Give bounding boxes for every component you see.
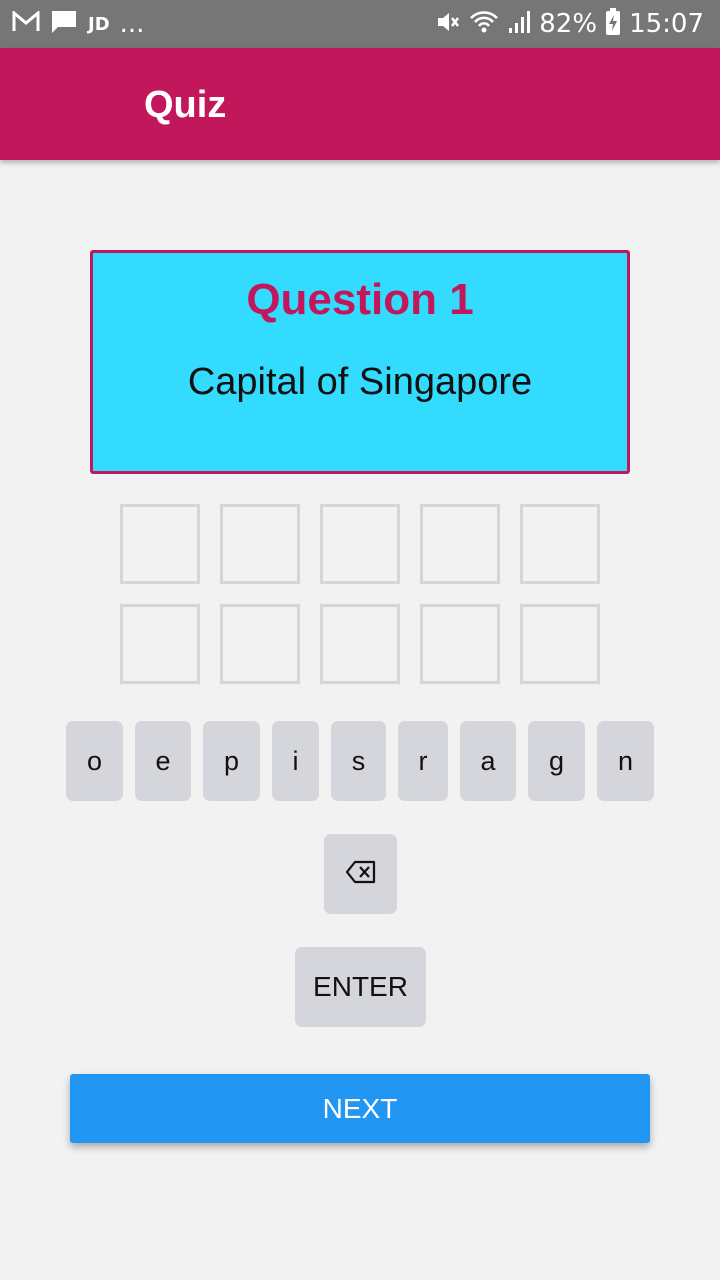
answer-slot-3[interactable] xyxy=(320,504,400,584)
answer-slot-9[interactable] xyxy=(420,604,500,684)
letter-key-i[interactable]: i xyxy=(272,721,319,801)
backspace-button[interactable] xyxy=(324,834,397,914)
letter-key-e[interactable]: e xyxy=(135,721,191,801)
message-icon xyxy=(50,9,78,40)
backspace-icon xyxy=(345,860,377,889)
battery-charging-icon xyxy=(605,7,621,41)
app-label: JD xyxy=(88,13,110,35)
more-indicator: ... xyxy=(119,9,145,39)
answer-slot-5[interactable] xyxy=(520,504,600,584)
letter-key-s[interactable]: s xyxy=(331,721,386,801)
answer-slot-7[interactable] xyxy=(220,604,300,684)
enter-button[interactable]: ENTER xyxy=(295,947,426,1027)
letter-key-o[interactable]: o xyxy=(66,721,123,801)
gmail-icon xyxy=(12,9,40,38)
answer-slot-1[interactable] xyxy=(120,504,200,584)
answer-slot-2[interactable] xyxy=(220,504,300,584)
app-bar: Quiz xyxy=(0,48,720,160)
signal-icon xyxy=(507,9,531,40)
status-bar: JD ... 82% 15:07 xyxy=(0,0,720,48)
question-text: Capital of Singapore xyxy=(187,361,533,403)
mute-icon xyxy=(435,9,461,40)
letter-key-r[interactable]: r xyxy=(398,721,448,801)
letter-key-p[interactable]: p xyxy=(203,721,260,801)
answer-slot-10[interactable] xyxy=(520,604,600,684)
question-number: Question 1 xyxy=(246,275,474,324)
question-card: Question 1 Capital of Singapore xyxy=(90,250,630,474)
app-title: Quiz xyxy=(144,84,227,126)
next-button[interactable]: NEXT xyxy=(70,1074,650,1143)
answer-slot-4[interactable] xyxy=(420,504,500,584)
battery-percent: 82% xyxy=(539,9,598,39)
letter-key-a[interactable]: a xyxy=(460,721,516,801)
answer-slot-6[interactable] xyxy=(120,604,200,684)
letter-key-g[interactable]: g xyxy=(528,721,585,801)
answer-slot-8[interactable] xyxy=(320,604,400,684)
clock: 15:07 xyxy=(629,9,704,39)
letter-key-n[interactable]: n xyxy=(597,721,654,801)
wifi-icon xyxy=(469,10,499,39)
